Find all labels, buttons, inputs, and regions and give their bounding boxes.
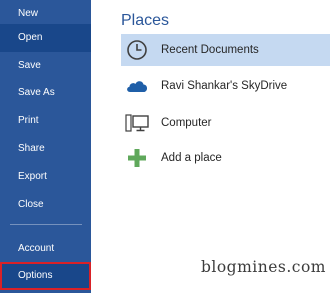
place-recent-documents[interactable]: Recent Documents bbox=[121, 34, 330, 66]
places-heading: Places bbox=[121, 12, 170, 29]
cloud-icon bbox=[124, 74, 150, 98]
place-add[interactable]: Add a place bbox=[121, 142, 330, 174]
place-label: Computer bbox=[161, 117, 212, 129]
nav-divider bbox=[10, 224, 82, 225]
nav-item-open[interactable]: Open bbox=[0, 24, 91, 52]
plus-icon bbox=[124, 146, 150, 170]
clock-icon bbox=[124, 38, 150, 62]
place-computer[interactable]: Computer bbox=[121, 107, 330, 139]
nav-item-close[interactable]: Close bbox=[0, 191, 91, 219]
nav-item-print[interactable]: Print bbox=[0, 107, 91, 135]
nav-item-save-as[interactable]: Save As bbox=[0, 79, 91, 107]
nav-item-account[interactable]: Account bbox=[0, 235, 91, 263]
nav-item-save[interactable]: Save bbox=[0, 52, 91, 80]
nav-item-export[interactable]: Export bbox=[0, 163, 91, 191]
computer-icon bbox=[124, 111, 150, 135]
place-label: Ravi Shankar's SkyDrive bbox=[161, 80, 288, 92]
backstage-nav: New Open Save Save As Print Share Export… bbox=[0, 0, 91, 293]
place-skydrive[interactable]: Ravi Shankar's SkyDrive bbox=[121, 70, 330, 102]
nav-item-share[interactable]: Share bbox=[0, 135, 91, 163]
place-label: Recent Documents bbox=[161, 44, 259, 56]
place-label: Add a place bbox=[161, 152, 222, 164]
watermark: blogmines.com bbox=[200, 258, 326, 276]
nav-item-options[interactable]: Options bbox=[0, 262, 91, 290]
